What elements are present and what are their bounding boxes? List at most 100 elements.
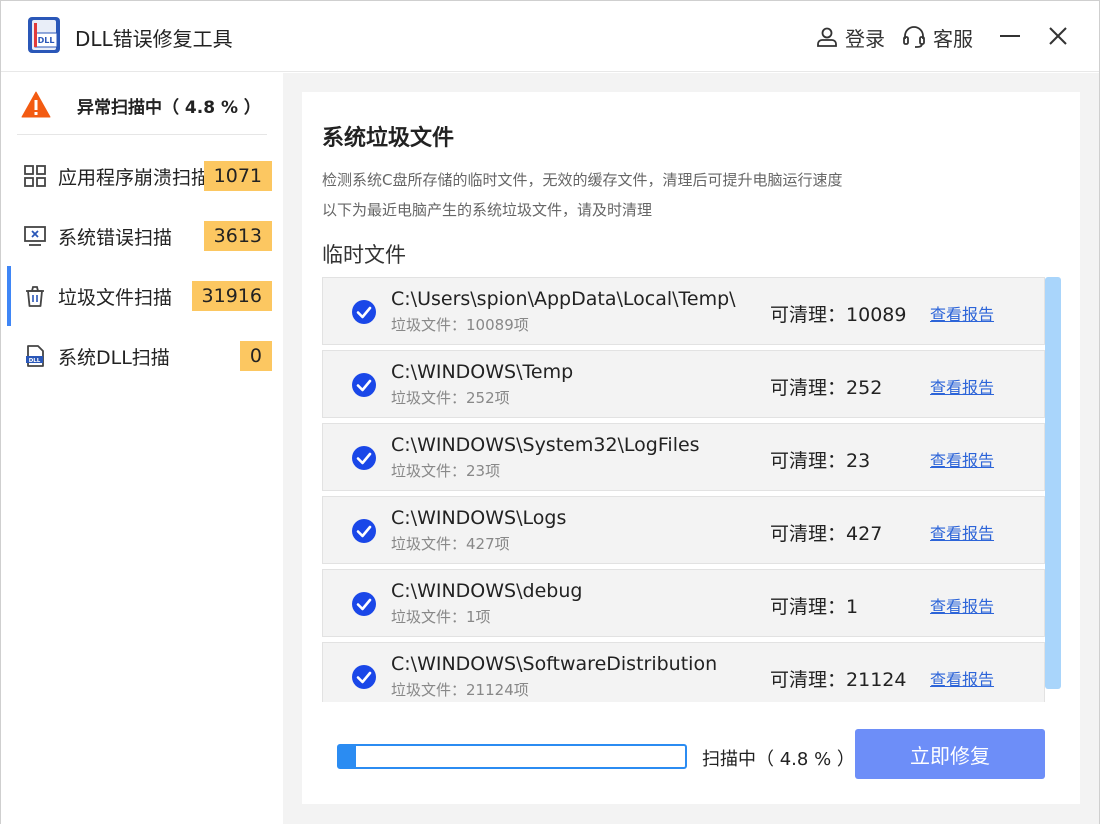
view-report-link[interactable]: 查看报告 (930, 520, 994, 544)
sidebar-divider (17, 134, 267, 135)
junk-files-panel: 系统垃圾文件 检测系统C盘所存储的临时文件，无效的缓存文件，清理后可提升电脑运行… (302, 92, 1080, 804)
junk-count-value: 252项 (466, 389, 510, 407)
app-window: DLL DLL错误修复工具 登录 客服 异常扫描中（ 4.8 % ） 应用程序崩… (0, 0, 1100, 824)
title-bar: DLL DLL错误修复工具 登录 客服 (1, 1, 1099, 72)
junk-count: 垃圾文件：252项 (391, 387, 510, 408)
scan-progress-bar (337, 744, 687, 769)
count-badge: 0 (239, 341, 272, 371)
description-line-2: 以下为最近电脑产生的系统垃圾文件，请及时清理 (322, 201, 653, 219)
close-icon (1049, 27, 1067, 45)
cleanable-value: 1 (846, 596, 859, 618)
junk-count-value: 21124项 (466, 681, 529, 699)
scan-status: 异常扫描中（ 4.8 % ） (21, 89, 261, 121)
trash-icon (26, 286, 44, 307)
list-item: C:\WINDOWS\SoftwareDistribution 垃圾文件：211… (322, 642, 1045, 702)
junk-count-value: 1项 (466, 608, 491, 626)
scan-progress-label: 扫描中（ 4.8 % ） (702, 749, 855, 770)
file-path: C:\WINDOWS\debug (391, 580, 583, 602)
file-path: C:\WINDOWS\SoftwareDistribution (391, 653, 718, 675)
svg-text:DLL: DLL (29, 358, 41, 364)
page-title: 系统垃圾文件 (322, 126, 455, 151)
app-title: DLL错误修复工具 (75, 27, 233, 51)
checkbox-checked-icon[interactable] (351, 591, 377, 617)
scan-status-label: 异常扫描中（ 4.8 % ） (77, 97, 261, 118)
sidebar-item-app-crash[interactable]: 应用程序崩溃扫描 1071 (1, 146, 283, 206)
junk-count-label: 垃圾文件： (391, 389, 467, 407)
cleanable-count: 可清理：21124 (770, 665, 906, 692)
description-line-1: 检测系统C盘所存储的临时文件，无效的缓存文件，清理后可提升电脑运行速度 (322, 171, 843, 189)
cleanable-count: 可清理：252 (770, 373, 882, 400)
view-report-link[interactable]: 查看报告 (930, 666, 994, 690)
cleanable-value: 427 (846, 523, 883, 545)
junk-count-label: 垃圾文件： (391, 316, 467, 334)
view-report-link[interactable]: 查看报告 (930, 593, 994, 617)
sidebar: 异常扫描中（ 4.8 % ） 应用程序崩溃扫描 1071 系统错误扫描 3613 (1, 73, 283, 824)
close-button[interactable] (1043, 21, 1073, 51)
checkbox-checked-icon[interactable] (351, 299, 377, 325)
svg-text:DLL: DLL (38, 36, 55, 45)
minimize-button[interactable] (995, 21, 1025, 51)
headset-icon (903, 26, 925, 48)
customer-service-button[interactable]: 客服 (901, 23, 973, 51)
count-badge: 1071 (203, 161, 272, 191)
junk-count: 垃圾文件：1项 (391, 606, 491, 627)
customer-service-label: 客服 (933, 26, 973, 51)
temp-file-list: C:\Users\spion\AppData\Local\Temp\ 垃圾文件：… (322, 277, 1045, 702)
count-badge: 3613 (203, 221, 272, 251)
cleanable-label: 可清理： (770, 377, 847, 399)
cleanable-label: 可清理： (770, 596, 847, 618)
sidebar-item-junk-files[interactable]: 垃圾文件扫描 31916 (1, 266, 283, 326)
sidebar-item-label: 系统错误扫描 (58, 226, 173, 249)
file-path: C:\WINDOWS\System32\LogFiles (391, 434, 700, 456)
list-item: C:\WINDOWS\Logs 垃圾文件：427项 可清理：427 查看报告 (322, 496, 1045, 564)
sidebar-item-system-error[interactable]: 系统错误扫描 3613 (1, 206, 283, 266)
scan-progress-fill (339, 746, 356, 767)
sidebar-item-label: 系统DLL扫描 (58, 346, 170, 369)
app-logo-icon: DLL (28, 17, 60, 53)
junk-count-label: 垃圾文件： (391, 608, 467, 626)
active-indicator (7, 266, 11, 326)
cleanable-count: 可清理：10089 (770, 300, 906, 327)
list-scrollbar[interactable] (1045, 277, 1061, 689)
sidebar-item-label: 应用程序崩溃扫描 (58, 166, 211, 189)
monitor-error-icon (24, 226, 46, 246)
file-path: C:\WINDOWS\Logs (391, 507, 567, 529)
view-report-link[interactable]: 查看报告 (930, 301, 994, 325)
cleanable-label: 可清理： (770, 304, 847, 326)
junk-count: 垃圾文件：427项 (391, 533, 510, 554)
list-item: C:\Users\spion\AppData\Local\Temp\ 垃圾文件：… (322, 277, 1045, 345)
checkbox-checked-icon[interactable] (351, 445, 377, 471)
junk-count-label: 垃圾文件： (391, 462, 467, 480)
cleanable-count: 可清理：427 (770, 519, 882, 546)
junk-count: 垃圾文件：10089项 (391, 314, 529, 335)
checkbox-checked-icon[interactable] (351, 372, 377, 398)
junk-count: 垃圾文件：21124项 (391, 679, 529, 700)
cleanable-value: 23 (846, 450, 871, 472)
junk-count-label: 垃圾文件： (391, 681, 467, 699)
junk-count-value: 10089项 (466, 316, 529, 334)
sidebar-item-label: 垃圾文件扫描 (58, 286, 173, 309)
list-item: C:\WINDOWS\System32\LogFiles 垃圾文件：23项 可清… (322, 423, 1045, 491)
cleanable-label: 可清理： (770, 669, 847, 691)
checkbox-checked-icon[interactable] (351, 664, 377, 690)
cleanable-count: 可清理：1 (770, 592, 858, 619)
minimize-icon (1000, 35, 1020, 37)
fix-now-button[interactable]: 立即修复 (855, 729, 1045, 779)
warning-icon (21, 91, 51, 118)
sidebar-item-system-dll[interactable]: DLL 系统DLL扫描 0 (1, 326, 283, 386)
list-item: C:\WINDOWS\Temp 垃圾文件：252项 可清理：252 查看报告 (322, 350, 1045, 418)
cleanable-value: 10089 (846, 304, 907, 326)
cleanable-label: 可清理： (770, 523, 847, 545)
checkbox-checked-icon[interactable] (351, 518, 377, 544)
view-report-link[interactable]: 查看报告 (930, 374, 994, 398)
junk-count-value: 23项 (466, 462, 501, 480)
login-button[interactable]: 登录 (815, 23, 885, 51)
count-badge: 31916 (191, 281, 272, 311)
junk-count-label: 垃圾文件： (391, 535, 467, 553)
cleanable-value: 21124 (846, 669, 907, 691)
junk-count-value: 427项 (466, 535, 510, 553)
dll-file-icon: DLL (26, 345, 44, 367)
login-label: 登录 (845, 26, 885, 51)
view-report-link[interactable]: 查看报告 (930, 447, 994, 471)
list-item: C:\WINDOWS\debug 垃圾文件：1项 可清理：1 查看报告 (322, 569, 1045, 637)
